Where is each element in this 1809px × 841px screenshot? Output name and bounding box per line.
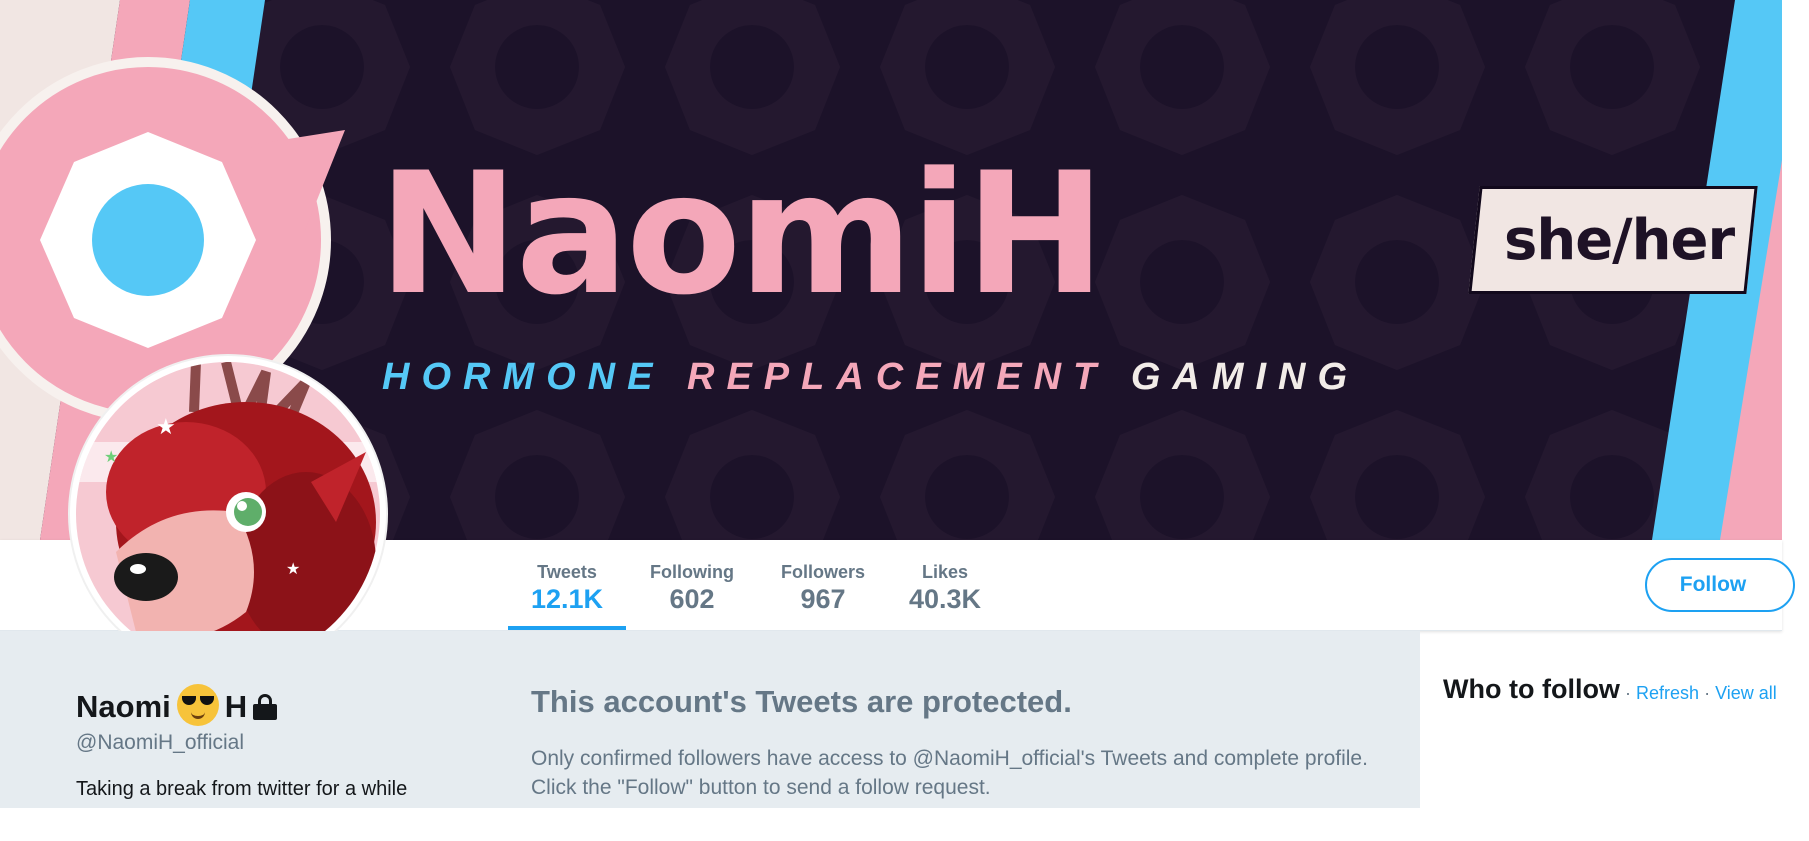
- separator: ·: [1625, 683, 1631, 703]
- who-to-follow-links: · Refresh · View all: [1625, 683, 1777, 704]
- banner-subtitle-word-1: HORMONE: [382, 356, 665, 398]
- banner-title: NaomiH: [378, 136, 1106, 332]
- stat-value: 602: [669, 584, 715, 614]
- stat-label: Tweets: [537, 562, 597, 582]
- nav-likes[interactable]: Likes 40.3K: [901, 540, 989, 630]
- separator: ·: [1704, 683, 1711, 703]
- avatar-illustration: ★ ★ ★: [76, 362, 380, 666]
- svg-text:★: ★: [104, 449, 118, 466]
- profile-name-last: H: [224, 689, 248, 725]
- banner-subtitle-word-2: REPLACEMENT: [687, 356, 1109, 398]
- stat-value: 40.3K: [908, 584, 982, 614]
- stat-label: Following: [650, 562, 734, 582]
- profile-bio: Taking a break from twitter for a while: [76, 778, 408, 800]
- nav-followers[interactable]: Followers 967: [773, 540, 873, 630]
- smiling-face-with-sunglasses-icon: [176, 684, 219, 726]
- pronoun-text: she/her: [1504, 208, 1735, 273]
- protected-line-1: Only confirmed followers have access to …: [531, 747, 1368, 770]
- protected-message: Only confirmed followers have access to …: [531, 744, 1368, 802]
- stat-value: 967: [800, 584, 846, 614]
- svg-text:★: ★: [156, 414, 176, 439]
- nav-following[interactable]: Following 602: [640, 540, 744, 630]
- nav-tweets[interactable]: Tweets 12.1K: [508, 540, 626, 630]
- who-to-follow-panel: [1420, 647, 1782, 808]
- follow-button[interactable]: Follow: [1645, 558, 1795, 612]
- refresh-link[interactable]: Refresh: [1636, 683, 1699, 703]
- profile-name-first: Naomi: [76, 689, 171, 725]
- who-to-follow-title: Who to follow: [1443, 674, 1620, 704]
- banner-subtitle-word-3: GAMING: [1130, 356, 1360, 398]
- stat-value: 12.1K: [530, 584, 604, 614]
- protected-line-2: Click the "Follow" button to send a foll…: [531, 776, 991, 799]
- profile-handle[interactable]: @NaomiH_official: [76, 731, 244, 755]
- stat-label: Followers: [780, 562, 865, 582]
- avatar[interactable]: ★ ★ ★: [70, 356, 386, 672]
- banner-subtitle: HORMONE REPLACEMENT GAMING: [382, 356, 1359, 399]
- lock-icon: [253, 694, 278, 720]
- stat-label: Likes: [921, 562, 969, 582]
- profile-name[interactable]: Naomi H: [76, 684, 278, 730]
- svg-text:★: ★: [286, 561, 300, 578]
- protected-title: This account's Tweets are protected.: [531, 684, 1072, 719]
- view-all-link[interactable]: View all: [1715, 683, 1777, 703]
